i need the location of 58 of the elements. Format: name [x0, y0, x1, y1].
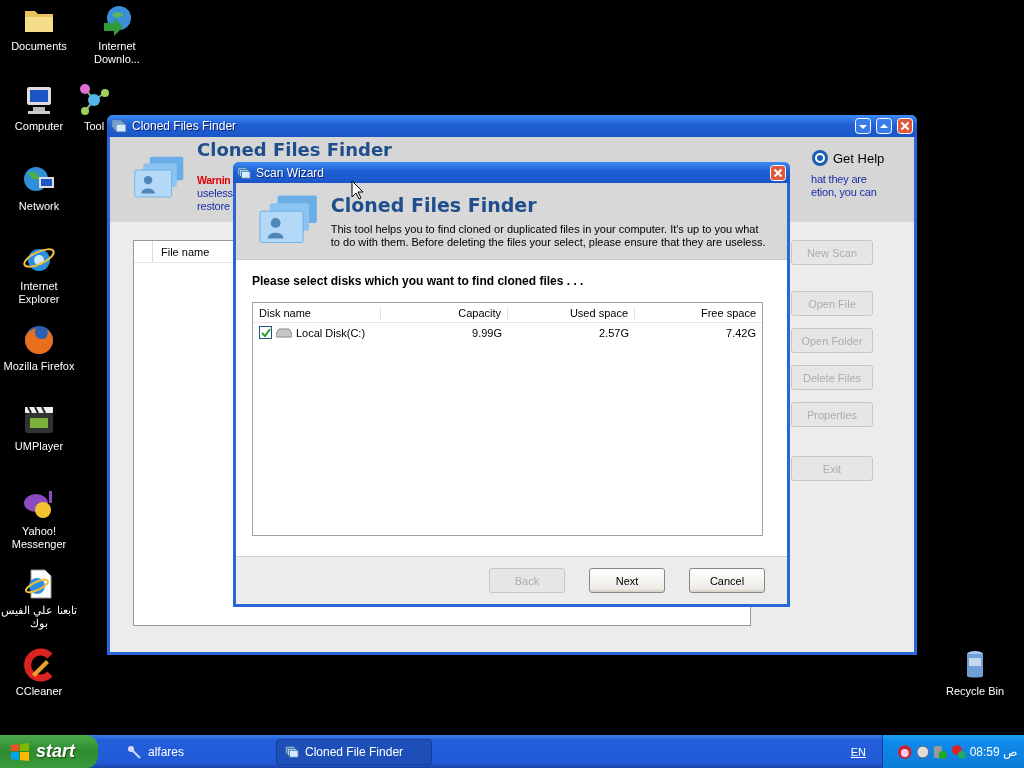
icon-label[interactable]: تابعنا علي الفيس بوك: [0, 604, 78, 630]
stacked-screens-icon: [133, 155, 185, 199]
description-text: etion, you can: [811, 186, 877, 199]
icon-label[interactable]: Tool: [83, 120, 105, 133]
table-cell: Local Disk(C:): [296, 326, 366, 339]
description-text: useless: [197, 187, 233, 200]
icon-label[interactable]: Internet Explorer: [0, 280, 78, 306]
icon-label[interactable]: Mozilla Firefox: [3, 360, 75, 373]
icon-label[interactable]: CCleaner: [15, 685, 63, 698]
instruction-text: Please select disks which you want to find cloned files . . .: [252, 274, 585, 288]
get-help-link[interactable]: Get Help: [811, 149, 906, 167]
table-cell-text: 2.57G: [598, 326, 630, 339]
clock: 08:59 ص: [969, 744, 1018, 759]
fox-globe-icon: [22, 323, 56, 357]
help-icon: [811, 149, 829, 167]
close-icon[interactable]: [770, 164, 786, 181]
windows-flag-icon: [10, 742, 30, 761]
icon-label[interactable]: Computer: [14, 120, 64, 133]
wizard-button[interactable]: Next: [589, 568, 665, 593]
app-icon: [111, 118, 127, 134]
close-icon[interactable]: [897, 118, 913, 134]
table-cell-text: 7.42G: [725, 326, 757, 339]
icon-label[interactable]: Yahoo! Messenger: [0, 525, 78, 551]
taskbar-button[interactable]: Cloned File Finder: [276, 738, 432, 765]
minimize-icon[interactable]: [855, 118, 871, 134]
icon-label[interactable]: Recycle Bin: [945, 685, 1005, 698]
column-header[interactable]: Used space: [508, 306, 635, 319]
column-header[interactable]: Capacity: [381, 306, 508, 319]
column-header[interactable]: Disk name: [253, 306, 381, 319]
tool-icon: [126, 743, 142, 760]
description-text: restore: [197, 200, 230, 213]
column-header[interactable]: Free space: [635, 306, 762, 319]
drive-icon: [276, 327, 292, 338]
window-title: Scan Wizard: [256, 165, 326, 180]
tray-icon[interactable]: [915, 744, 930, 759]
tray-icon[interactable]: [897, 743, 913, 760]
tray-icon[interactable]: [950, 743, 967, 760]
wizard-heading: Cloned Files Finder: [330, 193, 538, 217]
quick-launch-item[interactable]: alfares: [126, 743, 276, 760]
window-title: Cloned Files Finder: [132, 119, 238, 133]
icon-label[interactable]: Internet Downlo...: [78, 40, 156, 66]
stacked-screens-icon: [258, 193, 319, 245]
description-text: hat they are: [811, 173, 867, 186]
icon-label[interactable]: Network: [18, 200, 60, 213]
warning-text: Warnin: [197, 174, 231, 187]
start-button[interactable]: start: [0, 735, 98, 768]
app-icon: [285, 744, 299, 759]
wizard-button[interactable]: Cancel: [689, 568, 765, 593]
icon-label[interactable]: UMPlayer: [14, 440, 64, 453]
table-cell-text: 9.99G: [471, 326, 503, 339]
network-nodes-icon: [77, 83, 111, 117]
description-text: This tool helps you to find cloned or duplicated files in your computer. It's up to you what to do with them. Before deleting the files your select, please ensure that they are useless.: [330, 223, 767, 249]
checkbox[interactable]: [259, 326, 272, 339]
app-heading: Cloned Files Finder: [197, 139, 393, 160]
language-indicator[interactable]: EN: [850, 745, 866, 758]
maximize-icon[interactable]: [876, 118, 892, 134]
icon-label[interactable]: Documents: [11, 40, 67, 53]
app-icon: [237, 165, 251, 180]
